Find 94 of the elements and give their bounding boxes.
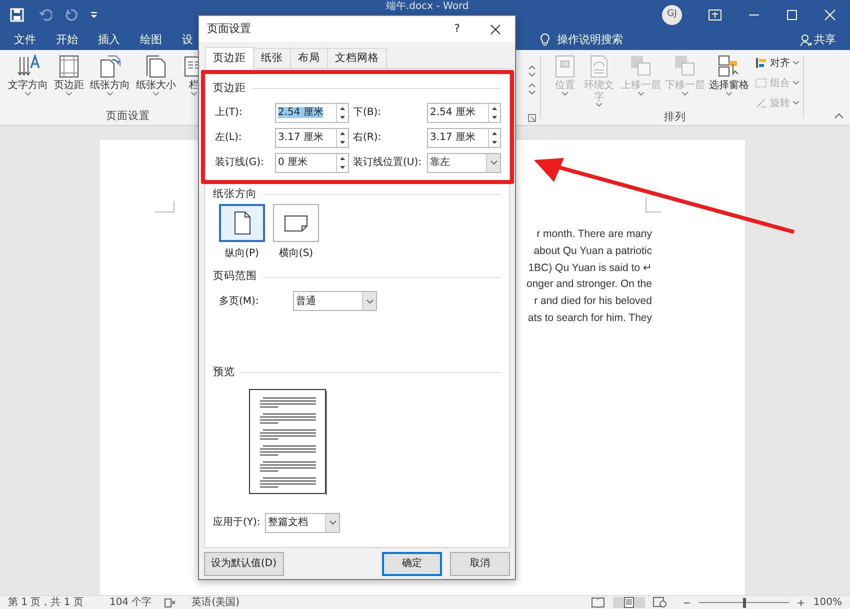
- orientation-icon: [98, 54, 122, 78]
- page-count-status[interactable]: 第 1 页，共 1 页: [8, 595, 84, 609]
- ribbon-display-icon[interactable]: [708, 9, 722, 21]
- customize-icon[interactable]: [90, 11, 98, 19]
- send-backward-icon: [673, 54, 697, 78]
- collapse-ribbon-icon[interactable]: [834, 113, 844, 119]
- page-size-icon: [144, 54, 168, 78]
- zoom-in-icon[interactable]: [797, 598, 806, 606]
- word-count-status[interactable]: 104 个字: [109, 595, 152, 609]
- window-title: 端午.docx - Word: [386, 1, 469, 13]
- web-layout-icon[interactable]: [653, 597, 668, 608]
- language-status[interactable]: 英语(美国): [192, 595, 240, 609]
- document-text-line: r and died for his beloved: [533, 294, 652, 310]
- zoom-slider[interactable]: [699, 598, 790, 608]
- field-label: 左(L):: [215, 131, 243, 145]
- field-label: 应用于(Y):: [213, 516, 262, 530]
- group-label: 页面设置: [106, 109, 150, 124]
- read-mode-icon[interactable]: [591, 597, 606, 608]
- set-default-button[interactable]: 设为默认值(D): [204, 552, 284, 576]
- ribbon-button[interactable]: 页边距: [52, 54, 86, 96]
- ribbon-tab[interactable]: 文件: [14, 32, 36, 48]
- group-icon: [755, 77, 767, 89]
- dropdown[interactable]: 靠左: [427, 152, 501, 172]
- document-text-line: about Qu Yuan a patriotic: [532, 244, 652, 259]
- align-icon: [755, 57, 767, 69]
- orientation-option[interactable]: [273, 204, 319, 242]
- section-heading: 预览: [213, 365, 235, 380]
- spin-box[interactable]: 3.17 厘米: [275, 128, 349, 148]
- undo-icon[interactable]: [38, 8, 52, 22]
- spin-box[interactable]: 0 厘米: [275, 152, 349, 172]
- bring-forward-icon: [629, 54, 653, 78]
- print-layout-icon: [623, 597, 636, 608]
- field-label: 多页(M):: [219, 294, 260, 308]
- spin-box[interactable]: 3.17 厘米: [427, 128, 501, 148]
- cancel-button[interactable]: 取消: [450, 552, 510, 576]
- document-text-line: onger and stronger. On the: [525, 277, 652, 292]
- spin-arrows-icon[interactable]: [528, 64, 536, 78]
- save-icon[interactable]: [10, 8, 24, 22]
- section-heading: 页码范围: [213, 269, 257, 284]
- maximize-icon[interactable]: [786, 9, 798, 21]
- ribbon-button[interactable]: 对齐: [755, 54, 799, 72]
- selection-pane-icon: [717, 54, 741, 78]
- zoom-slider-thumb[interactable]: [742, 598, 746, 608]
- dialog-tab[interactable]: 页边距: [205, 47, 254, 69]
- share-button[interactable]: 共享: [814, 32, 836, 48]
- section-heading: 纸张方向: [213, 186, 257, 202]
- dialog-launcher-icon[interactable]: [528, 114, 536, 122]
- ribbon-button[interactable]: 纸张方向: [88, 54, 132, 96]
- tell-me-search[interactable]: 操作说明搜索: [557, 32, 623, 48]
- landscape-page-icon: [284, 214, 308, 232]
- spin-box[interactable]: 2.54 厘米: [427, 102, 501, 122]
- ribbon-button[interactable]: 选择窗格: [707, 54, 751, 96]
- field-label: 上(T):: [215, 106, 244, 120]
- ok-button[interactable]: 确定: [382, 552, 442, 576]
- rotate-icon: [755, 97, 767, 109]
- ribbon-tab[interactable]: 设: [182, 32, 193, 48]
- lightbulb-icon: [540, 33, 550, 47]
- option-label: 纵向(P): [225, 247, 259, 262]
- option-label: 横向(S): [278, 246, 314, 262]
- orientation-option[interactable]: [219, 204, 265, 242]
- ribbon-tab[interactable]: 绘图: [140, 32, 162, 48]
- redo-icon[interactable]: [64, 8, 78, 22]
- position-icon: [553, 54, 577, 78]
- portrait-page-icon: [233, 211, 251, 236]
- margins-icon: [57, 54, 81, 78]
- field-label: 下(B):: [353, 106, 382, 120]
- dialog-tab[interactable]: 文档网格: [327, 48, 387, 69]
- field-label: 装订线(G):: [215, 156, 265, 170]
- proofing-icon[interactable]: [164, 598, 176, 608]
- user-avatar[interactable]: GJ: [662, 5, 682, 25]
- field-label: 右(R):: [353, 131, 382, 145]
- person-icon: [800, 34, 812, 46]
- section-heading: 页边距: [213, 80, 246, 96]
- ribbon-button[interactable]: 文字方向: [6, 54, 50, 96]
- ribbon-tab[interactable]: 插入: [98, 32, 120, 48]
- dropdown[interactable]: 整篇文档: [265, 512, 340, 533]
- help-button[interactable]: ?: [454, 20, 460, 38]
- field-label: 装订线位置(U):: [353, 156, 422, 170]
- ribbon-button[interactable]: 纸张大小: [134, 54, 178, 96]
- text-direction-icon: [16, 54, 40, 78]
- margin-corner-mark: [645, 197, 661, 213]
- dropdown[interactable]: 普通: [293, 291, 377, 311]
- group-label: 排列: [664, 110, 686, 125]
- close-icon[interactable]: [490, 24, 501, 34]
- dialog-title: 页面设置: [207, 20, 251, 37]
- zoom-level[interactable]: 100%: [813, 595, 842, 609]
- ribbon-tab[interactable]: 开始: [56, 32, 78, 48]
- spin-box[interactable]: 2.54 厘米: [275, 102, 349, 122]
- spin-arrows-icon[interactable]: [528, 82, 536, 96]
- document-text-line: ats to search for him. They: [526, 310, 652, 326]
- document-text-line: r month. There are many: [536, 227, 652, 242]
- document-text-line: 1BC) Qu Yuan is said to ↵: [527, 260, 652, 276]
- margin-corner-mark: [155, 201, 175, 213]
- print-layout-button[interactable]: [613, 597, 646, 608]
